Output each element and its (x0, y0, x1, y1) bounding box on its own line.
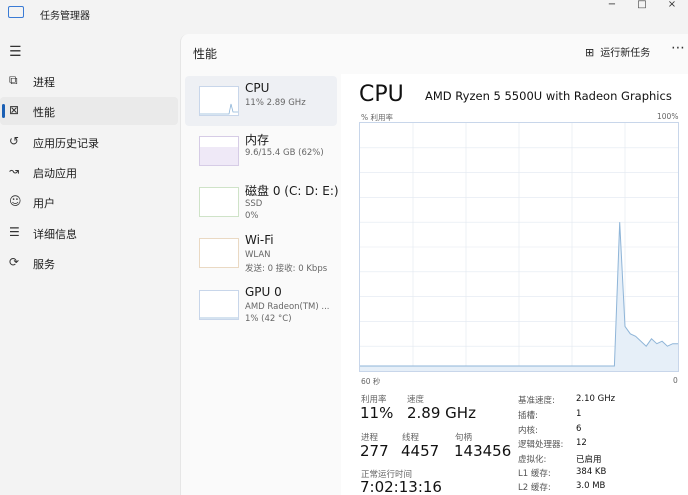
sidebar-item-performance[interactable]: ⊠ 性能 (0, 97, 178, 125)
more-options-button[interactable]: ⋯ (671, 40, 685, 56)
sidebar-item-label: 详细信息 (33, 228, 77, 241)
sidebar-item-label: 用户 (33, 197, 55, 210)
sidebar-item-label: 应用历史记录 (33, 137, 99, 150)
device-name: 磁盘 0 (C: D: E:) (245, 184, 339, 198)
speed-value: 2.89 GHz (407, 404, 476, 422)
spec-value: 已启用 (576, 455, 602, 465)
cpu-model-name: AMD Ryzen 5 5500U with Radeon Graphics (425, 89, 672, 103)
device-cpu[interactable]: CPU 11% 2.89 GHz (185, 76, 337, 126)
processes-value: 277 (360, 442, 389, 460)
uptime-value: 7:02:13:16 (360, 478, 442, 495)
device-detail-2: 发送: 0 接收: 0 Kbps (245, 264, 328, 274)
device-detail: WLAN (245, 250, 271, 260)
spec-value: 12 (576, 438, 587, 448)
cpu-detail-panel: CPU AMD Ryzen 5 5500U with Radeon Graphi… (341, 74, 688, 495)
spec-label: 内核: (518, 426, 538, 436)
device-name: GPU 0 (245, 285, 282, 299)
cpu-sparkline (199, 86, 239, 116)
spec-label: 插槽: (518, 411, 538, 421)
details-icon: ☰ (9, 225, 20, 239)
sidebar-item-label: 启动应用 (33, 167, 77, 180)
y-axis-max-label: 100% (657, 112, 679, 121)
spec-label: L1 缓存: (518, 469, 551, 479)
run-new-task-label: 运行新任务 (600, 48, 651, 59)
users-icon: ☺ (9, 194, 22, 208)
spec-value: 3.0 MB (576, 481, 606, 491)
main-content: 性能 ⊞ 运行新任务 ⋯ CPU 11% 2.89 GHz 内存 9.6/15.4… (180, 34, 688, 495)
minimize-button[interactable]: − (598, 0, 626, 12)
disk-sparkline (199, 187, 239, 217)
sidebar-item-label: 性能 (33, 106, 55, 119)
processes-icon: ⧉ (9, 73, 18, 87)
spec-label: L2 缓存: (518, 483, 551, 493)
performance-icon: ⊠ (9, 103, 20, 117)
gpu-sparkline (199, 290, 239, 320)
detail-title: CPU (359, 82, 404, 107)
device-detail: 9.6/15.4 GB (62%) (245, 148, 324, 158)
page-title: 性能 (193, 47, 218, 61)
services-icon: ⟳ (9, 255, 20, 269)
title-bar: 任务管理器 − □ × (0, 0, 688, 28)
hamburger-icon[interactable]: ☰ (9, 44, 22, 60)
run-new-task-button[interactable]: ⊞ 运行新任务 (585, 44, 650, 59)
device-wifi[interactable]: Wi-Fi WLAN 发送: 0 接收: 0 Kbps (185, 228, 337, 278)
sidebar: ☰ ⧉ 进程 ⊠ 性能 ↺ 应用历史记录 ↝ 启动应用 ☺ 用户 ☰ 详细信息 … (0, 36, 180, 495)
handles-value: 143456 (454, 442, 512, 460)
active-indicator (2, 104, 5, 118)
memory-sparkline (199, 136, 239, 166)
spec-label: 逻辑处理器: (518, 440, 564, 450)
task-manager-icon (8, 6, 24, 18)
sidebar-item-services[interactable]: ⟳ 服务 (0, 249, 178, 277)
window-title: 任务管理器 (40, 11, 90, 22)
sidebar-item-startup-apps[interactable]: ↝ 启动应用 (0, 158, 178, 186)
device-name: 内存 (245, 133, 270, 147)
device-detail: AMD Radeon(TM) ... (245, 302, 330, 312)
cpu-chart-svg (360, 123, 678, 371)
spec-label: 虚拟化: (518, 455, 547, 465)
device-memory[interactable]: 内存 9.6/15.4 GB (62%) (185, 126, 337, 176)
x-axis-left-label: 60 秒 (361, 377, 381, 386)
threads-value: 4457 (401, 442, 440, 460)
startup-icon: ↝ (9, 164, 20, 178)
wifi-sparkline (199, 238, 239, 268)
device-list: CPU 11% 2.89 GHz 内存 9.6/15.4 GB (62%) 磁盘… (185, 74, 339, 495)
sidebar-item-users[interactable]: ☺ 用户 (0, 188, 178, 216)
device-detail-2: 1% (42 °C) (245, 314, 292, 324)
spec-value: 384 KB (576, 467, 607, 477)
sidebar-item-details[interactable]: ☰ 详细信息 (0, 219, 178, 247)
run-task-icon: ⊞ (585, 46, 595, 59)
spec-value: 6 (576, 424, 582, 434)
history-icon: ↺ (9, 134, 20, 148)
sidebar-item-label: 服务 (33, 258, 55, 271)
spec-value: 1 (576, 409, 582, 419)
utilization-value: 11% (360, 404, 394, 422)
close-button[interactable]: × (658, 0, 686, 12)
device-name: Wi-Fi (245, 233, 274, 247)
spec-label: 基准速度: (518, 396, 555, 406)
device-detail: SSD (245, 199, 263, 209)
x-axis-right-label: 0 (673, 376, 678, 385)
device-gpu[interactable]: GPU 0 AMD Radeon(TM) ... 1% (42 °C) (185, 280, 337, 330)
device-name: CPU (245, 81, 270, 95)
cpu-usage-chart (359, 122, 679, 372)
spec-value: 2.10 GHz (576, 394, 616, 404)
device-detail-2: 0% (245, 211, 259, 221)
maximize-button[interactable]: □ (628, 0, 656, 12)
sidebar-item-label: 进程 (33, 76, 55, 89)
sidebar-item-app-history[interactable]: ↺ 应用历史记录 (0, 128, 178, 156)
device-detail: 11% 2.89 GHz (245, 98, 306, 108)
sidebar-item-processes[interactable]: ⧉ 进程 (0, 67, 178, 95)
device-disk[interactable]: 磁盘 0 (C: D: E:) SSD 0% (185, 177, 339, 227)
